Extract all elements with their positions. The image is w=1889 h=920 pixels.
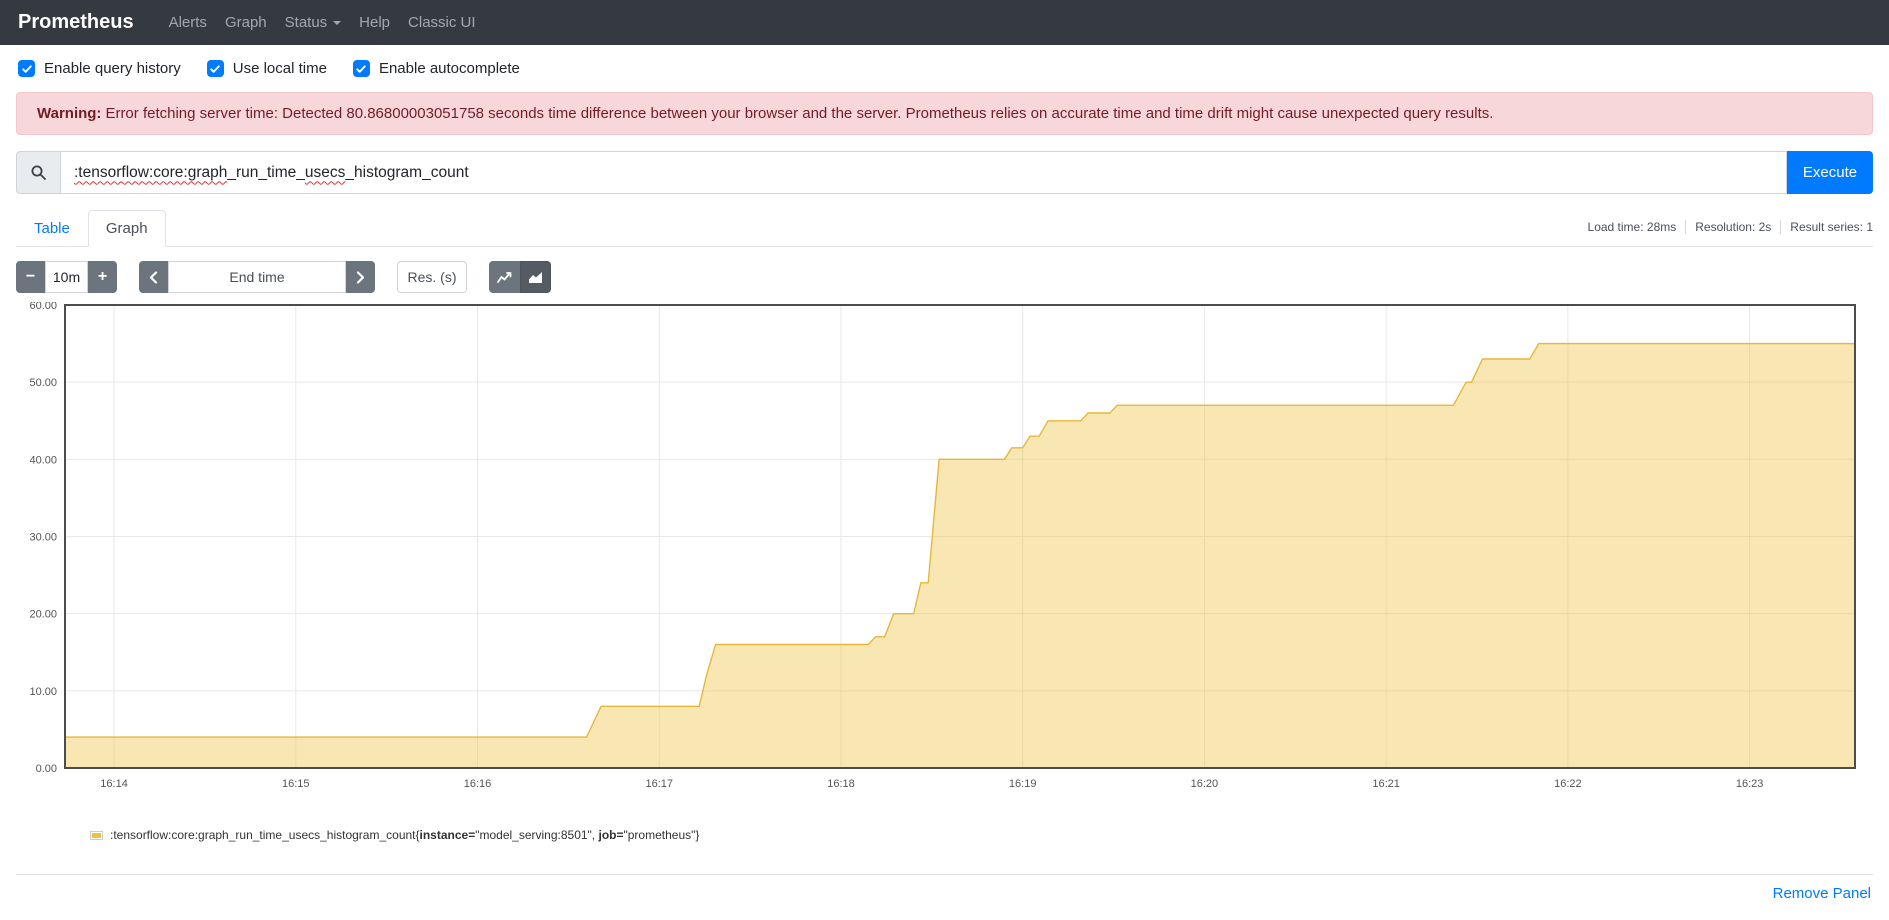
nav-item-help[interactable]: Help	[350, 10, 399, 35]
y-tick-label: 50.00	[29, 377, 57, 389]
checkbox-use-local-time[interactable]	[206, 60, 224, 77]
x-tick-label: 16:20	[1191, 778, 1219, 790]
stat-resolution: Resolution: 2s	[1685, 220, 1780, 234]
query-input[interactable]: :tensorflow:core:graph _run_time_ usecs _hi…	[60, 151, 1787, 194]
x-tick-label: 16:22	[1554, 778, 1582, 790]
y-tick-label: 0.00	[36, 763, 57, 775]
search-icon	[16, 151, 60, 194]
option-label: Enable autocomplete	[378, 60, 520, 77]
tab-table[interactable]: Table	[16, 210, 88, 247]
line-chart-icon[interactable]	[489, 261, 520, 293]
option-enable-autocomplete: Enable autocomplete	[352, 60, 520, 77]
x-tick-label: 16:21	[1372, 778, 1400, 790]
option-label: Enable query history	[44, 60, 181, 77]
app-brand[interactable]: Prometheus	[18, 11, 134, 34]
query-stats: Load time: 28ms Resolution: 2s Result seri…	[1579, 220, 1873, 234]
x-tick-label: 16:18	[827, 778, 855, 790]
tabs: Table Graph	[16, 210, 166, 247]
remove-panel-link[interactable]: Remove Panel	[1773, 885, 1871, 902]
chart-type-group	[489, 261, 551, 293]
nav-items: Alerts Graph Status Help Classic UI	[160, 10, 485, 35]
legend-swatch	[90, 830, 103, 840]
nav-item-alerts[interactable]: Alerts	[160, 10, 216, 35]
warning-alert: Warning: Error fetching server time: Dete…	[16, 92, 1873, 135]
y-tick-label: 30.00	[29, 532, 57, 544]
execute-button[interactable]: Execute	[1787, 151, 1873, 194]
nav-item-classic-ui[interactable]: Classic UI	[399, 10, 485, 35]
checkbox-enable-query-history[interactable]	[18, 60, 35, 77]
tabs-bar: Table Graph Load time: 28ms Resolution: 2s…	[16, 210, 1873, 247]
x-tick-label: 16:23	[1736, 778, 1764, 790]
y-tick-label: 60.00	[29, 302, 57, 312]
warning-message: Error fetching server time: Detected 80.…	[105, 105, 1494, 122]
query-text: :tensorflow:core:graph	[74, 163, 228, 181]
x-tick-label: 16:16	[464, 778, 492, 790]
range-increase-button[interactable]: +	[88, 261, 117, 293]
caret-down-icon	[333, 20, 342, 25]
y-tick-label: 10.00	[29, 686, 57, 698]
range-decrease-button[interactable]: −	[16, 261, 45, 293]
option-use-local-time: Use local time	[206, 60, 327, 77]
x-tick-label: 16:17	[645, 778, 673, 790]
chevron-right-icon[interactable]	[346, 261, 375, 293]
option-label: Use local time	[232, 60, 327, 77]
tab-graph[interactable]: Graph	[87, 210, 166, 247]
endtime-group	[139, 261, 375, 293]
range-input[interactable]	[45, 261, 88, 293]
graph-controls: − +	[16, 261, 1873, 293]
x-tick-label: 16:14	[100, 778, 128, 790]
x-tick-label: 16:15	[282, 778, 310, 790]
checkbox-enable-autocomplete[interactable]	[352, 60, 370, 77]
nav-item-graph[interactable]: Graph	[216, 10, 276, 35]
query-text: usecs	[304, 163, 346, 181]
option-enable-query-history: Enable query history	[18, 60, 181, 77]
resolution-input[interactable]	[397, 261, 467, 293]
top-navbar: Prometheus Alerts Graph Status Help Classic …	[0, 0, 1889, 45]
graph-panel: − +	[0, 261, 1889, 842]
query-text: _histogram_count	[345, 163, 469, 181]
query-row: :tensorflow:core:graph _run_time_ usecs _hi…	[16, 151, 1873, 194]
chart-legend: :tensorflow:core:graph_run_time_usecs_hi…	[90, 828, 1873, 842]
panel-footer: Remove Panel	[0, 875, 1889, 902]
stacked-chart-icon[interactable]	[520, 261, 551, 293]
chevron-left-icon[interactable]	[139, 261, 168, 293]
legend-label: :tensorflow:core:graph_run_time_usecs_hi…	[110, 828, 700, 842]
chart-area: 0.00 10.00 20.00 30.00 40.00 50.00 60.00 16:14 1…	[16, 300, 1873, 802]
nav-item-status[interactable]: Status	[276, 10, 351, 35]
end-time-input[interactable]	[168, 261, 346, 293]
range-group: − +	[16, 261, 117, 293]
options-row: Enable query history Use local time Enable…	[0, 45, 1889, 77]
x-tick-label: 16:19	[1009, 778, 1037, 790]
y-tick-label: 40.00	[29, 454, 57, 466]
warning-prefix: Warning:	[37, 105, 102, 122]
graph-canvas[interactable]: 0.00 10.00 20.00 30.00 40.00 50.00 60.00 16:14 1…	[16, 300, 1857, 797]
y-tick-label: 20.00	[29, 609, 57, 621]
stat-result-series: Result series: 1	[1780, 220, 1873, 234]
stat-load-time: Load time: 28ms	[1587, 220, 1677, 234]
query-text: _run_time_	[227, 163, 305, 181]
